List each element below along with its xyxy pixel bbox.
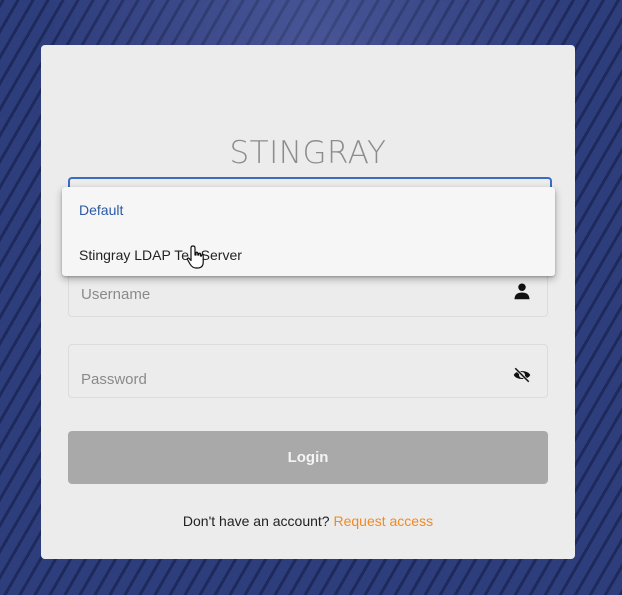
login-provider-dropdown: Default Stingray LDAP Te Server	[62, 187, 555, 276]
hand-cursor-icon	[186, 245, 204, 269]
dropdown-option-ldap[interactable]: Stingray LDAP Te Server	[79, 247, 242, 263]
request-access-footer: Don't have an account? Request access	[41, 513, 575, 529]
brand-title: STINGRAY	[229, 135, 387, 171]
password-input[interactable]	[79, 345, 483, 406]
password-field[interactable]	[68, 344, 548, 406]
dropdown-option-default[interactable]: Default	[79, 202, 123, 218]
footer-text: Don't have an account?	[182, 513, 330, 529]
eye-off-icon[interactable]	[513, 366, 531, 384]
request-access-link[interactable]: Request access	[333, 513, 433, 529]
login-card: STINGRAY Login Don't have an account? Re…	[41, 45, 575, 559]
person-icon	[514, 283, 530, 300]
login-button[interactable]: Login	[68, 431, 548, 484]
